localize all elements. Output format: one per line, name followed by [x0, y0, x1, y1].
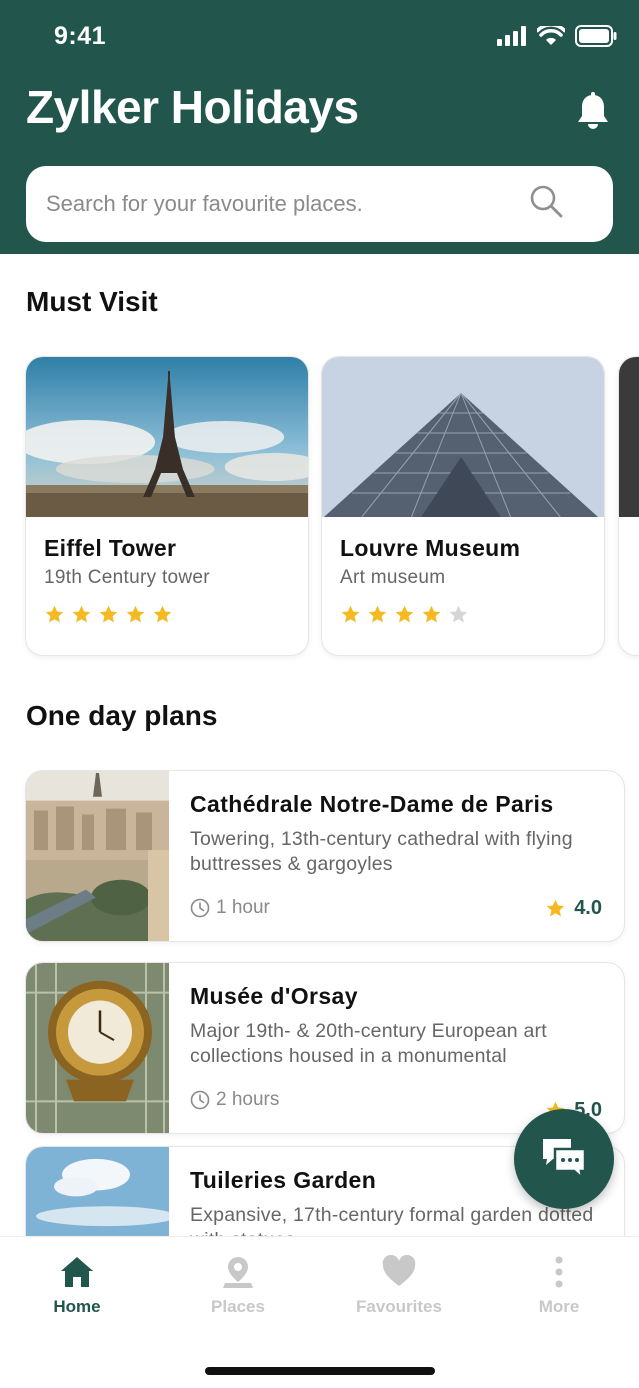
bottom-tab-bar: Home Places Favourites More [0, 1236, 639, 1388]
tab-label: Favourites [356, 1297, 442, 1316]
chat-button[interactable] [514, 1109, 614, 1209]
plan-rating-value: 4.0 [574, 897, 602, 919]
star-filled-icon [99, 605, 118, 623]
star-filled-icon [341, 605, 360, 623]
plan-duration: 1 hour [190, 897, 270, 919]
app-title: Zylker Holidays [26, 81, 359, 133]
tab-label: Places [211, 1297, 265, 1316]
place-name: Louvre Museum [340, 535, 521, 561]
tab-places[interactable]: Places [178, 1255, 298, 1317]
plan-card[interactable]: Cathédrale Notre-Dame de Paris Towering,… [25, 770, 625, 942]
status-time: 9:41 [54, 22, 107, 50]
more-vertical-icon [555, 1256, 563, 1288]
place-subtitle: 19th Century tower [44, 567, 210, 588]
plan-duration: 2 hours [190, 1089, 279, 1111]
battery-icon [575, 25, 617, 47]
clock-icon [190, 1090, 210, 1110]
chat-icon [543, 1139, 587, 1181]
star-rating [44, 604, 173, 625]
tab-more[interactable]: More [499, 1255, 619, 1317]
star-icon [546, 899, 565, 917]
plan-description: Towering, 13th-century cathedral with fl… [190, 828, 573, 875]
tab-home[interactable]: Home [17, 1255, 137, 1317]
place-card-partial[interactable] [618, 356, 639, 656]
place-image-partial [619, 357, 639, 517]
plan-description: Major 19th- & 20th-century European art … [190, 1020, 547, 1067]
place-card[interactable]: Louvre Museum Art museum [321, 356, 605, 656]
clock-icon [190, 898, 210, 918]
star-rating [340, 604, 469, 625]
plan-name: Tuileries Garden [190, 1167, 377, 1193]
wifi-icon [537, 26, 565, 45]
plan-name: Musée d'Orsay [190, 983, 358, 1009]
star-filled-icon [422, 605, 441, 623]
tab-label: Home [53, 1297, 101, 1316]
section-title-must-visit: Must Visit [26, 286, 158, 317]
tab-favourites[interactable]: Favourites [339, 1255, 459, 1317]
star-filled-icon [153, 605, 172, 623]
musee-dorsay-clock-image [26, 963, 169, 1133]
plan-duration-text: 2 hours [216, 1089, 280, 1110]
star-filled-icon [72, 605, 91, 623]
plan-name: Cathédrale Notre-Dame de Paris [190, 791, 554, 817]
plan-duration-text: 1 hour [216, 897, 270, 918]
app-header: 9:41 Zylker Holidays [0, 0, 639, 254]
plan-card[interactable]: Musée d'Orsay Major 19th- & 20th-century… [25, 962, 625, 1134]
status-icons [497, 25, 617, 47]
section-title-one-day-plans: One day plans [26, 700, 218, 731]
heart-icon [382, 1255, 416, 1286]
eiffel-tower-image [26, 357, 308, 517]
search-input[interactable] [46, 186, 526, 222]
louvre-pyramid-image [322, 357, 604, 517]
map-pin-icon [223, 1257, 253, 1288]
place-card[interactable]: Eiffel Tower 19th Century tower [25, 356, 309, 656]
star-filled-icon [45, 605, 64, 623]
star-filled-icon [368, 605, 387, 623]
search-bar[interactable] [26, 166, 613, 242]
home-indicator [205, 1367, 435, 1375]
search-icon[interactable] [529, 184, 563, 218]
plan-rating: 4.0 [545, 897, 602, 920]
star-filled-icon [395, 605, 414, 623]
bell-icon[interactable] [576, 92, 610, 132]
star-empty-icon [449, 605, 468, 623]
place-name: Eiffel Tower [44, 535, 177, 561]
home-icon [61, 1257, 93, 1287]
place-subtitle: Art museum [340, 567, 446, 588]
star-filled-icon [126, 605, 145, 623]
signal-icon [497, 26, 526, 46]
notre-dame-image [26, 771, 169, 941]
tab-label: More [538, 1297, 580, 1316]
